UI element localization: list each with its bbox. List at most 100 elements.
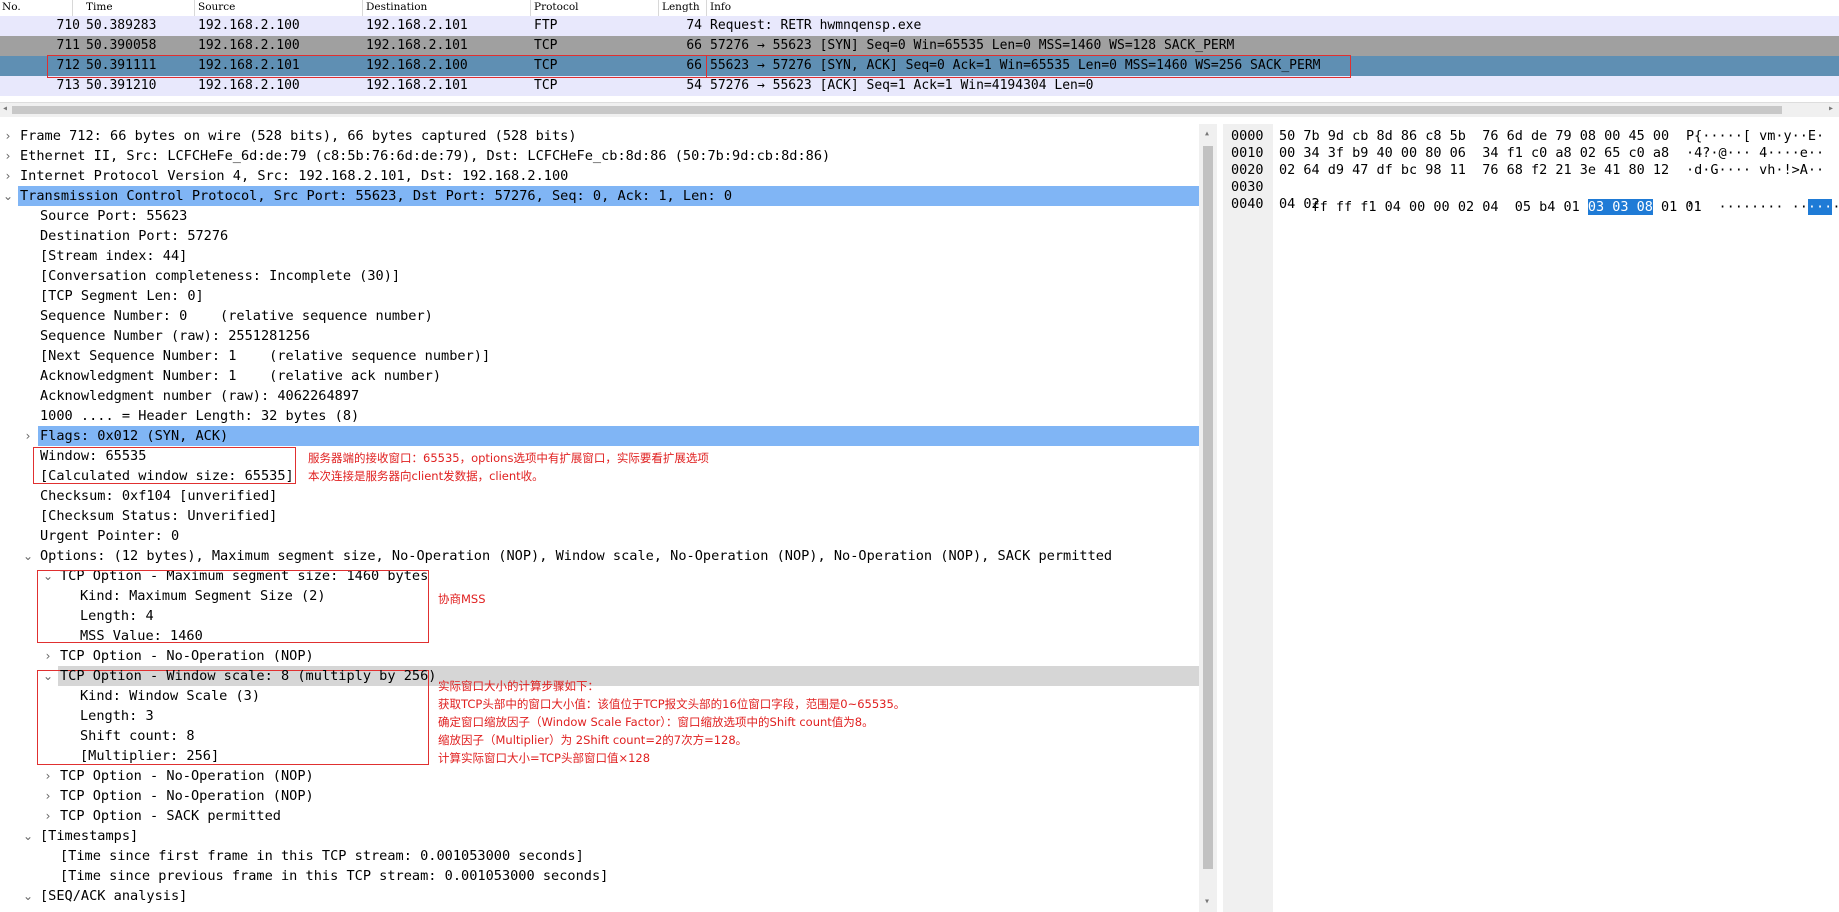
- tree-field[interactable]: [Conversation completeness: Incomplete (…: [0, 266, 1199, 286]
- hex-ascii-row[interactable]: ········ ·······: [1686, 177, 1839, 215]
- hex-selected-bytes[interactable]: 03 03 08: [1587, 199, 1653, 215]
- tree-label: Checksum: 0xf104 [unverified]: [40, 488, 278, 504]
- tree-label: 1000 .... = Header Length: 32 bytes (8): [40, 408, 360, 424]
- column-info[interactable]: Info: [710, 1, 731, 13]
- hex-bytes-row[interactable]: ff ff f1 04 00 00 02 04 05 b4 01 03 03 0…: [1279, 177, 1702, 215]
- tree-field[interactable]: Destination Port: 57276: [0, 226, 1199, 246]
- expand-icon[interactable]: ›: [42, 786, 54, 806]
- packet-length: 66: [686, 38, 702, 53]
- tree-label: Urgent Pointer: 0: [40, 528, 180, 544]
- tree-option-sack[interactable]: › TCP Option - SACK permitted: [0, 806, 1199, 826]
- packet-source: 192.168.2.100: [198, 38, 300, 53]
- packet-destination: 192.168.2.101: [366, 18, 468, 33]
- packet-length: 66: [686, 58, 702, 73]
- vscroll-thumb[interactable]: [1203, 146, 1213, 869]
- tree-field[interactable]: [Calculated window size: 65535]: [0, 466, 1199, 486]
- packet-row[interactable]: 710 50.389283 192.168.2.100 192.168.2.10…: [0, 16, 1839, 36]
- packet-row[interactable]: 713 50.391210 192.168.2.100 192.168.2.10…: [0, 76, 1839, 96]
- collapse-icon[interactable]: ⌄: [42, 666, 54, 686]
- collapse-icon[interactable]: ⌄: [22, 826, 34, 846]
- tree-field[interactable]: Acknowledgment number (raw): 4062264897: [0, 386, 1199, 406]
- expand-icon[interactable]: ›: [22, 426, 34, 446]
- packet-no: 711: [56, 38, 80, 53]
- packet-info: 57276 → 55623 [SYN] Seq=0 Win=65535 Len=…: [710, 38, 1235, 53]
- hex-bytes-row[interactable]: 04 02: [1279, 194, 1320, 214]
- tree-seq-ack-analysis[interactable]: ⌄ [SEQ/ACK analysis]: [0, 886, 1199, 906]
- tree-option-nop[interactable]: › TCP Option - No-Operation (NOP): [0, 646, 1199, 666]
- collapse-icon[interactable]: ⌄: [22, 886, 34, 906]
- tree-field[interactable]: Kind: Maximum Segment Size (2): [0, 586, 1199, 606]
- collapse-icon[interactable]: ⌄: [2, 186, 14, 206]
- packet-row[interactable]: 711 50.390058 192.168.2.100 192.168.2.10…: [0, 36, 1839, 56]
- collapse-icon[interactable]: ⌄: [22, 546, 34, 566]
- pane-splitter[interactable]: [0, 117, 1839, 124]
- hscroll-thumb[interactable]: [12, 106, 1782, 114]
- tree-option-mss[interactable]: ⌄ TCP Option - Maximum segment size: 1460…: [0, 566, 1199, 586]
- tree-field[interactable]: [Stream index: 44]: [0, 246, 1199, 266]
- column-time[interactable]: Time: [86, 1, 113, 13]
- tree-option-nop[interactable]: › TCP Option - No-Operation (NOP): [0, 786, 1199, 806]
- tree-field[interactable]: [Time since previous frame in this TCP s…: [0, 866, 1199, 886]
- hex-ascii-row[interactable]: ··: [1686, 194, 1702, 214]
- details-vscrollbar[interactable]: ▴ ▾: [1199, 124, 1217, 912]
- scroll-down-icon[interactable]: ▾: [1204, 896, 1210, 907]
- tree-option-window-scale[interactable]: ⌄ TCP Option - Window scale: 8 (multiply …: [0, 666, 1199, 686]
- packet-bytes-pane[interactable]: 0000 0010 0020 0030 0040 50 7b 9d cb 8d …: [1223, 124, 1839, 912]
- tree-label: Options: (12 bytes), Maximum segment siz…: [40, 548, 1113, 564]
- column-destination[interactable]: Destination: [366, 1, 427, 13]
- tree-label: Kind: Maximum Segment Size (2): [80, 588, 326, 604]
- tree-field[interactable]: Sequence Number (raw): 2551281256: [0, 326, 1199, 346]
- tree-label: Shift count: 8: [80, 728, 195, 744]
- tree-flags[interactable]: › Flags: 0x012 (SYN, ACK): [0, 426, 1199, 446]
- column-protocol[interactable]: Protocol: [534, 1, 579, 13]
- scroll-left-icon[interactable]: ◂: [2, 103, 8, 114]
- tree-label: Length: 3: [80, 708, 154, 724]
- tree-field[interactable]: Length: 4: [0, 606, 1199, 626]
- tree-field[interactable]: Acknowledgment Number: 1 (relative ack n…: [0, 366, 1199, 386]
- packet-row-selected[interactable]: 712 50.391111 192.168.2.101 192.168.2.10…: [0, 56, 1839, 76]
- tree-option-nop[interactable]: › TCP Option - No-Operation (NOP): [0, 766, 1199, 786]
- tree-field[interactable]: [Time since first frame in this TCP stre…: [0, 846, 1199, 866]
- tree-label: TCP Option - Window scale: 8 (multiply b…: [60, 668, 437, 684]
- tree-field[interactable]: MSS Value: 1460: [0, 626, 1199, 646]
- expand-icon[interactable]: ›: [2, 166, 14, 186]
- column-no[interactable]: No.: [2, 1, 21, 13]
- packet-time: 50.389283: [86, 18, 157, 33]
- expand-icon[interactable]: ›: [42, 806, 54, 826]
- annotation-note: 计算实际窗口大小=TCP头部窗口值×128: [438, 751, 651, 765]
- packet-info: 57276 → 55623 [ACK] Seq=1 Ack=1 Win=4194…: [710, 78, 1094, 93]
- expand-icon[interactable]: ›: [2, 146, 14, 166]
- packet-protocol: TCP: [534, 58, 558, 73]
- scroll-right-icon[interactable]: ▸: [1828, 103, 1834, 114]
- scroll-up-icon[interactable]: ▴: [1204, 128, 1210, 139]
- collapse-icon[interactable]: ⌄: [42, 566, 54, 586]
- tree-label: Window: 65535: [40, 448, 147, 464]
- packet-list-hscrollbar[interactable]: ◂ ▸: [0, 102, 1839, 117]
- tree-ethernet[interactable]: › Ethernet II, Src: LCFCHeFe_6d:de:79 (c8…: [0, 146, 1199, 166]
- tree-field[interactable]: [Checksum Status: Unverified]: [0, 506, 1199, 526]
- expand-icon[interactable]: ›: [42, 646, 54, 666]
- tree-field[interactable]: 1000 .... = Header Length: 32 bytes (8): [0, 406, 1199, 426]
- tree-tcp[interactable]: ⌄ Transmission Control Protocol, Src Port…: [0, 186, 1199, 206]
- tree-timestamps[interactable]: ⌄ [Timestamps]: [0, 826, 1199, 846]
- tree-frame[interactable]: › Frame 712: 66 bytes on wire (528 bits),…: [0, 126, 1199, 146]
- packet-details-tree[interactable]: › Frame 712: 66 bytes on wire (528 bits),…: [0, 124, 1199, 912]
- expand-icon[interactable]: ›: [42, 766, 54, 786]
- tree-field[interactable]: Checksum: 0xf104 [unverified]: [0, 486, 1199, 506]
- hex-ascii-selected[interactable]: ···: [1807, 199, 1833, 215]
- tree-field[interactable]: [TCP Segment Len: 0]: [0, 286, 1199, 306]
- packet-source: 192.168.2.100: [198, 18, 300, 33]
- tree-options[interactable]: ⌄ Options: (12 bytes), Maximum segment si…: [0, 546, 1199, 566]
- column-source[interactable]: Source: [198, 1, 235, 13]
- column-length[interactable]: Length: [662, 1, 700, 13]
- packet-protocol: TCP: [534, 78, 558, 93]
- annotation-note: 协商MSS: [438, 592, 486, 606]
- tree-ipv4[interactable]: › Internet Protocol Version 4, Src: 192.1…: [0, 166, 1199, 186]
- expand-icon[interactable]: ›: [2, 126, 14, 146]
- packet-list[interactable]: No. Time Source Destination Protocol Len…: [0, 0, 1839, 117]
- tree-field[interactable]: [Next Sequence Number: 1 (relative seque…: [0, 346, 1199, 366]
- tree-field[interactable]: Sequence Number: 0 (relative sequence nu…: [0, 306, 1199, 326]
- tree-field[interactable]: Urgent Pointer: 0: [0, 526, 1199, 546]
- tree-label: Internet Protocol Version 4, Src: 192.16…: [20, 168, 569, 184]
- tree-field[interactable]: Source Port: 55623: [0, 206, 1199, 226]
